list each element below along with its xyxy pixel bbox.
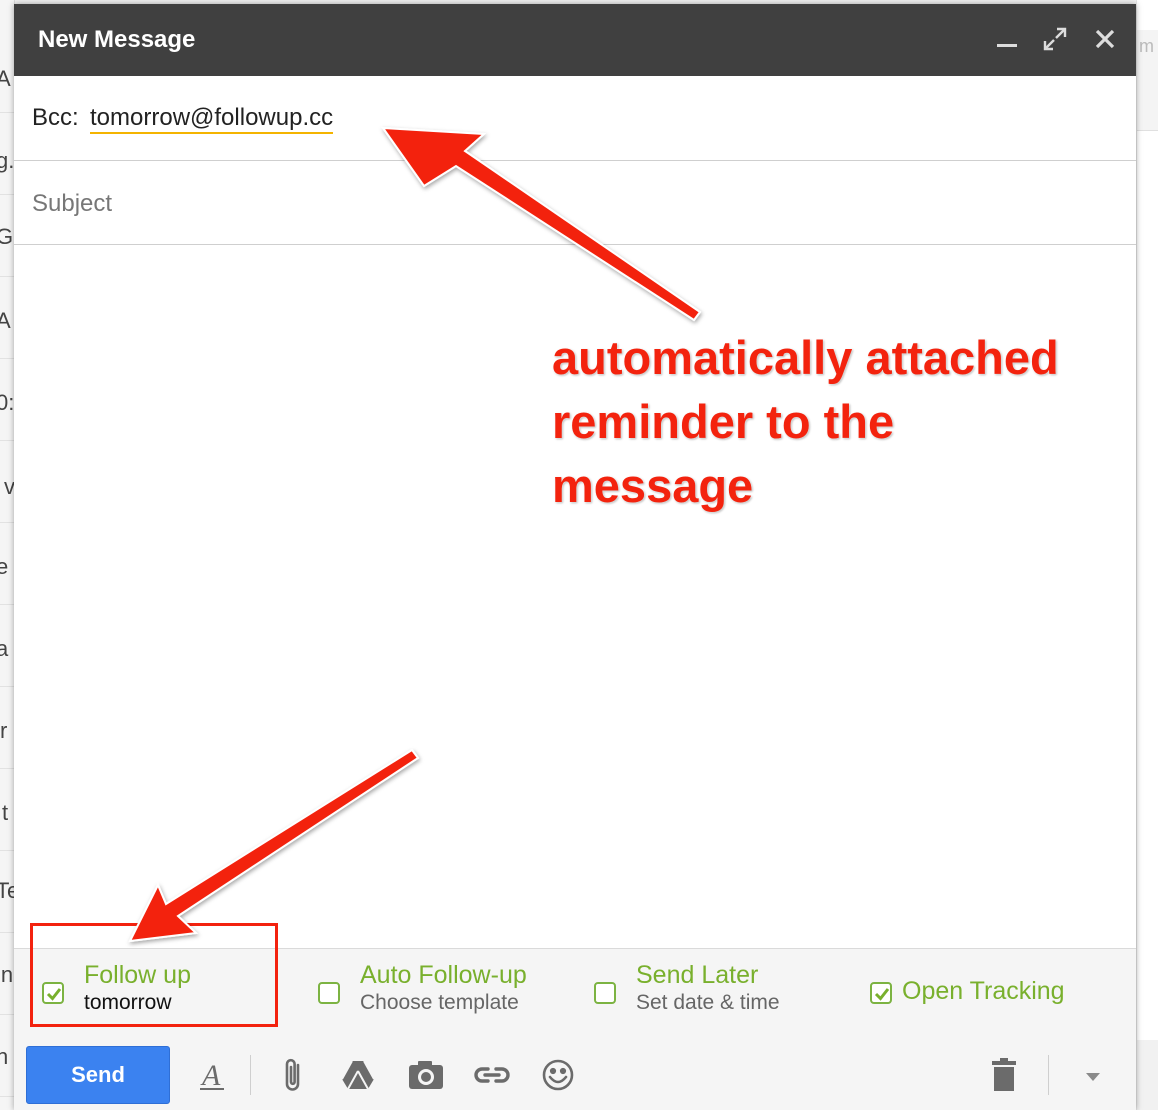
annotation-highlight-box (30, 923, 278, 1027)
inbox-row: e (0, 522, 14, 605)
open-tracking-checkbox[interactable] (870, 982, 892, 1004)
camera-icon[interactable] (406, 1055, 443, 1091)
formatting-icon[interactable]: A (194, 1055, 230, 1092)
inbox-row-glyph: r (0, 718, 8, 743)
subject-placeholder: Subject (32, 190, 113, 217)
send-button[interactable]: Send (26, 1046, 170, 1104)
inbox-row: g. (0, 112, 14, 195)
inbox-row-glyph: e (0, 554, 8, 580)
send-later-title: Send Later (636, 961, 759, 989)
inbox-row-glyph: G (0, 224, 13, 250)
svg-text:A: A (200, 1059, 221, 1092)
background-right-panel: m (1136, 0, 1158, 1110)
inbox-row: 0: (0, 358, 14, 441)
inbox-row-glyph: g. (0, 148, 15, 173)
background-right-footer (1137, 1040, 1158, 1110)
inbox-row-glyph: a (0, 636, 8, 662)
background-inbox-list: A g. G A 0: v e a r t Te in n (0, 0, 15, 1110)
auto-follow-up-subtitle: Choose template (360, 991, 519, 1014)
checkmark-icon (874, 988, 890, 1001)
inbox-row: A (0, 30, 14, 113)
compose-title: New Message (38, 26, 196, 53)
annotation-line: reminder to the (552, 395, 895, 448)
send-later-option[interactable]: Send Later Set date & time (594, 949, 814, 1031)
toolbar-divider (250, 1055, 251, 1095)
inbox-row-glyph: n (0, 1044, 8, 1070)
send-later-subtitle: Set date & time (636, 991, 780, 1014)
inbox-row: Te (0, 850, 14, 933)
toolbar-divider (1048, 1055, 1049, 1095)
background-right-glyph: m (1139, 36, 1154, 56)
auto-follow-up-option[interactable]: Auto Follow-up Choose template (318, 949, 558, 1031)
subject-field[interactable]: Subject (14, 160, 1136, 245)
inbox-row: n (0, 1014, 14, 1097)
bcc-label: Bcc: (32, 104, 79, 131)
auto-follow-up-checkbox[interactable] (318, 982, 340, 1004)
inbox-row: A (0, 276, 14, 359)
minimize-icon[interactable] (994, 26, 1020, 52)
inbox-row: t (0, 768, 14, 851)
annotation-callout: automatically attached reminder to the m… (552, 326, 1112, 518)
expand-icon[interactable] (1042, 26, 1068, 52)
open-tracking-title: Open Tracking (902, 977, 1065, 1005)
inbox-row-glyph: t (2, 800, 9, 825)
send-later-checkbox[interactable] (594, 982, 616, 1004)
inbox-row: a (0, 604, 14, 687)
google-drive-icon[interactable] (340, 1055, 376, 1091)
inbox-row: in (0, 932, 14, 1015)
inbox-row: v (0, 440, 14, 523)
inbox-row-glyph: A (0, 66, 11, 92)
auto-follow-up-title: Auto Follow-up (360, 961, 527, 989)
inbox-row-glyph: 0: (0, 390, 15, 415)
annotation-line: automatically attached (552, 331, 1059, 384)
annotation-line: message (552, 459, 754, 512)
compose-window: New Message Bcc: tomorrow@followup.cc Su… (14, 4, 1136, 1110)
inbox-row: r (0, 686, 14, 769)
inbox-row: G (0, 194, 14, 277)
trash-icon[interactable] (986, 1055, 1022, 1091)
inbox-row-glyph: in (0, 962, 14, 987)
more-options-chevron-down-icon[interactable] (1078, 1055, 1114, 1091)
bcc-field[interactable]: Bcc: tomorrow@followup.cc (14, 76, 1136, 161)
close-icon[interactable] (1092, 26, 1118, 52)
compose-toolbar: Send A (14, 1031, 1136, 1110)
compose-titlebar[interactable]: New Message (14, 4, 1136, 76)
inbox-row-glyph: A (0, 308, 11, 334)
open-tracking-option[interactable]: Open Tracking (870, 949, 1100, 1031)
bcc-recipient-chip[interactable]: tomorrow@followup.cc (90, 104, 334, 134)
insert-link-icon[interactable] (472, 1055, 510, 1091)
inbox-row-glyph: Te (0, 878, 14, 904)
emoji-icon[interactable] (538, 1055, 574, 1091)
paperclip-icon[interactable] (276, 1055, 312, 1091)
